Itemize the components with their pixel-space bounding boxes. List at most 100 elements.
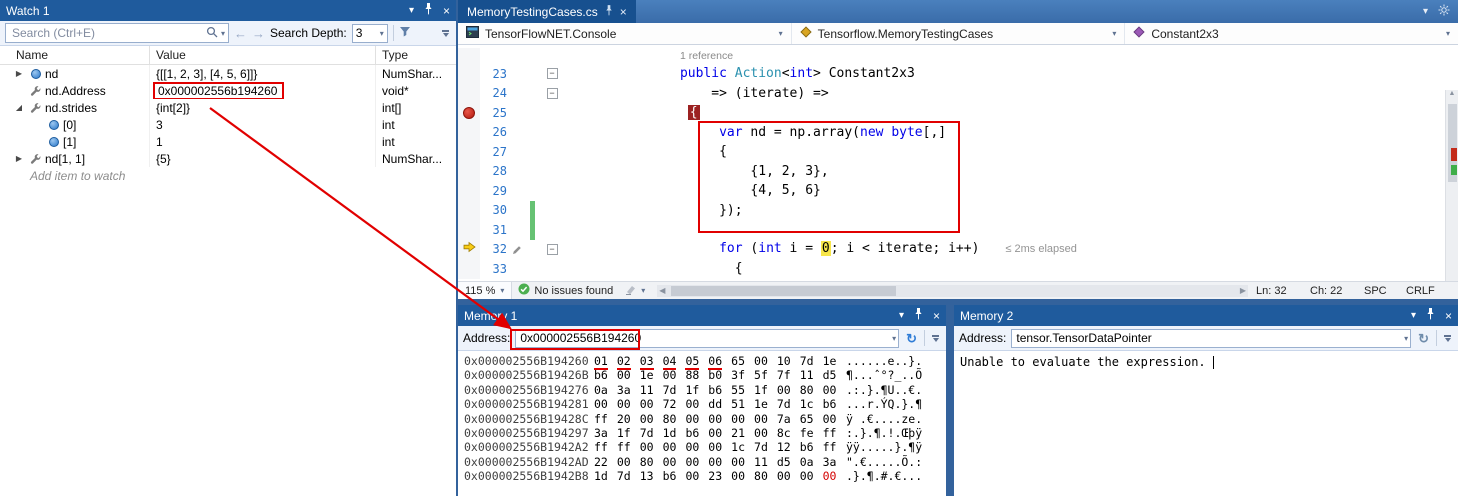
- fold-toggle-icon[interactable]: −: [547, 88, 558, 99]
- window-menu-icon[interactable]: ▾: [409, 6, 414, 16]
- expand-icon[interactable]: ▶: [12, 69, 26, 78]
- memory1-rows[interactable]: 0x000002556B1942600102030405066500107d1e…: [458, 351, 946, 484]
- watch-row[interactable]: ▶nd{[[1, 2, 3], [4, 5, 6]]}NumShar...: [0, 65, 456, 82]
- code-line[interactable]: 25{: [458, 103, 1458, 123]
- address-input[interactable]: [1016, 331, 1404, 345]
- close-icon[interactable]: ×: [443, 5, 450, 17]
- code-line[interactable]: 30});: [458, 201, 1458, 221]
- address-dropdown-icon[interactable]: ▾: [892, 334, 896, 343]
- code-text[interactable]: var nd = np.array(new byte[,]: [560, 123, 1458, 143]
- scroll-up-icon[interactable]: ▲: [1446, 90, 1458, 97]
- hscroll-right-icon[interactable]: ▶: [1240, 285, 1246, 297]
- search-input[interactable]: [12, 26, 203, 40]
- gear-icon[interactable]: [1438, 3, 1450, 21]
- memory1-titlebar[interactable]: Memory 1 ▾ ×: [458, 305, 946, 326]
- code-text[interactable]: public Action<int> Constant2x3: [560, 64, 1458, 84]
- breakpoint-icon[interactable]: [463, 107, 475, 119]
- code-text[interactable]: {4, 5, 6}: [560, 181, 1458, 201]
- code-line[interactable]: 27{: [458, 142, 1458, 162]
- pin-icon[interactable]: [605, 5, 613, 19]
- code-text[interactable]: => (iterate) =>: [560, 84, 1458, 104]
- memory-row[interactable]: 0x000002556B1942AD2200800000000011d50a3a…: [464, 455, 946, 469]
- search-depth-select[interactable]: 3 ▾: [352, 24, 388, 43]
- code-text[interactable]: {1, 2, 3},: [560, 162, 1458, 182]
- address-input[interactable]: [520, 331, 892, 345]
- code-area[interactable]: 1 reference 23−public Action<int> Constan…: [458, 45, 1458, 281]
- horizontal-scrollbar[interactable]: ◀ ▶: [657, 285, 1248, 297]
- memory-row[interactable]: 0x000002556B19426Bb6001e0088b03f5f7f11d5…: [464, 368, 946, 382]
- code-line[interactable]: 31: [458, 220, 1458, 240]
- watch-row[interactable]: [0]3int: [0, 116, 456, 133]
- breakpoint-gutter[interactable]: [458, 162, 480, 182]
- fold-toggle-icon[interactable]: −: [547, 68, 558, 79]
- toolbar-overflow-icon[interactable]: [932, 335, 939, 342]
- memory-row[interactable]: 0x000002556B1942600102030405066500107d1e…: [464, 354, 946, 368]
- codelens-references[interactable]: 1 reference: [680, 50, 733, 62]
- tab-memorytestingcases[interactable]: MemoryTestingCases.cs ×: [458, 0, 636, 23]
- memory-row[interactable]: 0x000002556B1942A2ffff000000001c7d12b6ff…: [464, 440, 946, 454]
- code-line[interactable]: 33{: [458, 259, 1458, 279]
- watch-filter-icon[interactable]: [399, 26, 411, 40]
- status-line-ending[interactable]: CRLF: [1406, 285, 1450, 297]
- address-combo[interactable]: ▾: [1011, 329, 1411, 348]
- memory-row[interactable]: 0x000002556B1942760a3a117d1fb6551f008000…: [464, 383, 946, 397]
- close-icon[interactable]: ×: [933, 310, 940, 322]
- close-icon[interactable]: ×: [1445, 310, 1452, 322]
- breakpoint-gutter[interactable]: [458, 240, 480, 260]
- code-text[interactable]: {: [560, 103, 1458, 123]
- breakpoint-gutter[interactable]: [458, 220, 480, 240]
- pin-icon[interactable]: [424, 3, 433, 18]
- collapse-icon[interactable]: ◢: [12, 103, 26, 112]
- forward-icon[interactable]: →: [252, 27, 265, 40]
- search-dropdown-icon[interactable]: ▾: [221, 29, 225, 38]
- code-line[interactable]: 24−=> (iterate) =>: [458, 84, 1458, 104]
- memory-row[interactable]: 0x000002556B1942B81d7d13b600230080000000…: [464, 469, 946, 483]
- column-header-name[interactable]: Name: [0, 46, 150, 64]
- window-menu-icon[interactable]: ▾: [899, 311, 904, 321]
- code-line[interactable]: 32−for (int i = 0; i < iterate; i++)≤ 2m…: [458, 240, 1458, 260]
- tab-list-icon[interactable]: ▾: [1423, 6, 1428, 17]
- breakpoint-gutter[interactable]: [458, 142, 480, 162]
- member-dropdown[interactable]: Constant2x3 ▾: [1125, 23, 1458, 44]
- watch-titlebar[interactable]: Watch 1 ▾ ×: [0, 0, 456, 21]
- breakpoint-gutter[interactable]: [458, 123, 480, 143]
- add-watch-item[interactable]: Add item to watch: [0, 167, 456, 184]
- memory-row[interactable]: 0x000002556B1942810000007200dd511e7d1cb6…: [464, 397, 946, 411]
- toolbar-overflow-icon[interactable]: [442, 30, 449, 37]
- refresh-icon[interactable]: ↻: [1416, 332, 1431, 345]
- code-text[interactable]: for (int i = 0; i < iterate; i++)≤ 2ms e…: [560, 239, 1458, 260]
- window-menu-icon[interactable]: ▾: [1411, 311, 1416, 321]
- type-dropdown[interactable]: Tensorflow.MemoryTestingCases ▾: [792, 23, 1126, 44]
- issues-indicator[interactable]: No issues found: [512, 283, 619, 298]
- breakpoint-gutter[interactable]: [458, 181, 480, 201]
- address-combo[interactable]: ▾: [515, 329, 899, 348]
- close-icon[interactable]: ×: [620, 5, 627, 19]
- watch-row[interactable]: ▶nd[1, 1]{5}NumShar...: [0, 150, 456, 167]
- pin-icon[interactable]: [1426, 308, 1435, 323]
- column-header-value[interactable]: Value: [150, 46, 376, 64]
- refresh-icon[interactable]: ↻: [904, 332, 919, 345]
- breakpoint-gutter[interactable]: [458, 84, 480, 104]
- expand-icon[interactable]: ▶: [12, 154, 26, 163]
- project-dropdown[interactable]: TensorFlowNET.Console ▾: [458, 23, 792, 44]
- vertical-scrollbar[interactable]: ▲ ▼: [1445, 90, 1458, 281]
- code-line[interactable]: 23−public Action<int> Constant2x3: [458, 64, 1458, 84]
- fold-toggle-icon[interactable]: −: [547, 244, 558, 255]
- status-spaces[interactable]: SPC: [1364, 285, 1406, 297]
- hscroll-left-icon[interactable]: ◀: [659, 285, 665, 297]
- zoom-select[interactable]: 115 % ▾: [458, 282, 512, 299]
- pin-icon[interactable]: [914, 308, 923, 323]
- address-dropdown-icon[interactable]: ▾: [1404, 334, 1408, 343]
- memory-row[interactable]: 0x000002556B1942973a1f7d1db60021008cfeff…: [464, 426, 946, 440]
- search-icon[interactable]: [206, 26, 218, 41]
- back-icon[interactable]: ←: [234, 27, 247, 40]
- code-line[interactable]: 28{1, 2, 3},: [458, 162, 1458, 182]
- breakpoint-gutter[interactable]: [458, 259, 480, 279]
- code-text[interactable]: });: [560, 201, 1458, 221]
- code-text[interactable]: {: [560, 142, 1458, 162]
- watch-row[interactable]: nd.Address0x000002556b194260void*: [0, 82, 456, 99]
- breakpoint-gutter[interactable]: [458, 64, 480, 84]
- hscroll-thumb[interactable]: [671, 286, 895, 296]
- code-line[interactable]: 29{4, 5, 6}: [458, 181, 1458, 201]
- column-header-type[interactable]: Type: [376, 46, 456, 64]
